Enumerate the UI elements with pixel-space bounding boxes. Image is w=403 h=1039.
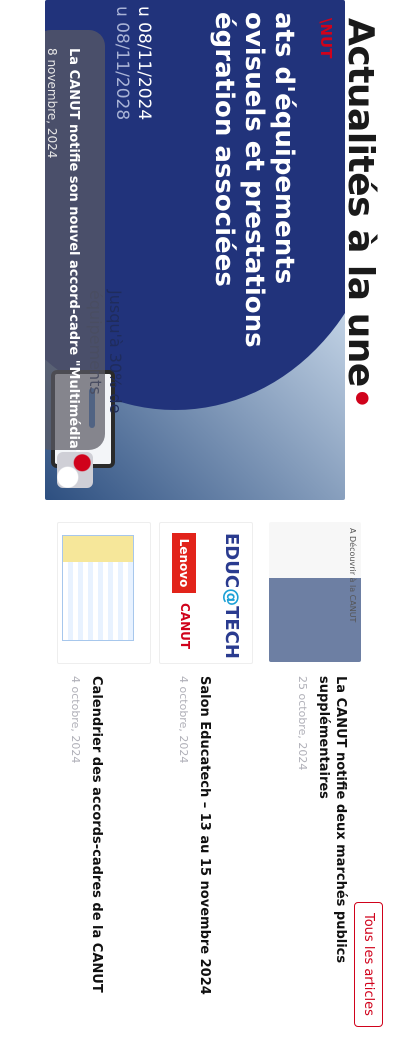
- news-section: Actualités à la une• Tous les articles \…: [0, 0, 403, 1039]
- article-item[interactable]: Salon Educatech – 13 au 15 novembre 2024…: [177, 676, 213, 1016]
- hero-headline: ats d'équipements ovisuels et prestation…: [209, 12, 299, 348]
- article-thumbnail[interactable]: [57, 522, 151, 664]
- article-thumbnail[interactable]: EDUC@TECH Lenovo CANUT: [159, 522, 253, 664]
- educatech-logo-text-2: TECH: [221, 606, 242, 659]
- featured-article-title[interactable]: La CANUT notifie son nouvel accord-cadre…: [66, 48, 81, 456]
- article-title[interactable]: Salon Educatech – 13 au 15 novembre 2024: [196, 676, 213, 1016]
- educatech-logo-text-1: EDUC: [221, 533, 242, 589]
- educatech-logo: EDUC@TECH: [221, 533, 242, 659]
- hero-date-start: u 08/11/2024: [134, 6, 154, 121]
- hero-dates: u 08/11/2024 u 08/11/2028: [111, 6, 155, 120]
- educatech-logo-at: @: [221, 588, 242, 607]
- calendar-table-image: [62, 535, 134, 641]
- featured-article-date: 8 novembre, 2024: [45, 48, 59, 159]
- section-title: Actualités à la une•: [340, 18, 381, 409]
- section-title-text: Actualités à la une: [340, 18, 381, 387]
- article-title[interactable]: La CANUT notifie deux marchés publics su…: [315, 676, 349, 976]
- article-thumbnail[interactable]: A Découvrir à la CANUT: [269, 522, 361, 662]
- all-articles-button[interactable]: Tous les articles: [354, 902, 383, 1027]
- title-dot: •: [340, 386, 381, 410]
- article-date: 4 octobre, 2024: [177, 676, 190, 764]
- featured-article-card[interactable]: \NUT ats d'équipements ovisuels et prest…: [45, 0, 345, 500]
- canut-logo-small: CANUT: [178, 603, 192, 650]
- article-item[interactable]: Calendrier des accords-cadres de la CANU…: [69, 676, 105, 1036]
- article-title[interactable]: Calendrier des accords-cadres de la CANU…: [88, 676, 105, 1036]
- article-date: 4 octobre, 2024: [69, 676, 82, 764]
- page: Actualités à la une• Tous les articles \…: [0, 0, 403, 1039]
- article-date: 25 octobre, 2024: [296, 676, 309, 771]
- puzzle-icon: [57, 452, 93, 488]
- hero-date-end: u 08/11/2028: [112, 6, 132, 121]
- thumbnail-caption: A Découvrir à la CANUT: [348, 528, 357, 623]
- lenovo-logo: Lenovo: [172, 533, 196, 593]
- canut-logo: \NUT: [317, 18, 335, 59]
- article-item[interactable]: La CANUT notifie deux marchés publics su…: [296, 676, 349, 976]
